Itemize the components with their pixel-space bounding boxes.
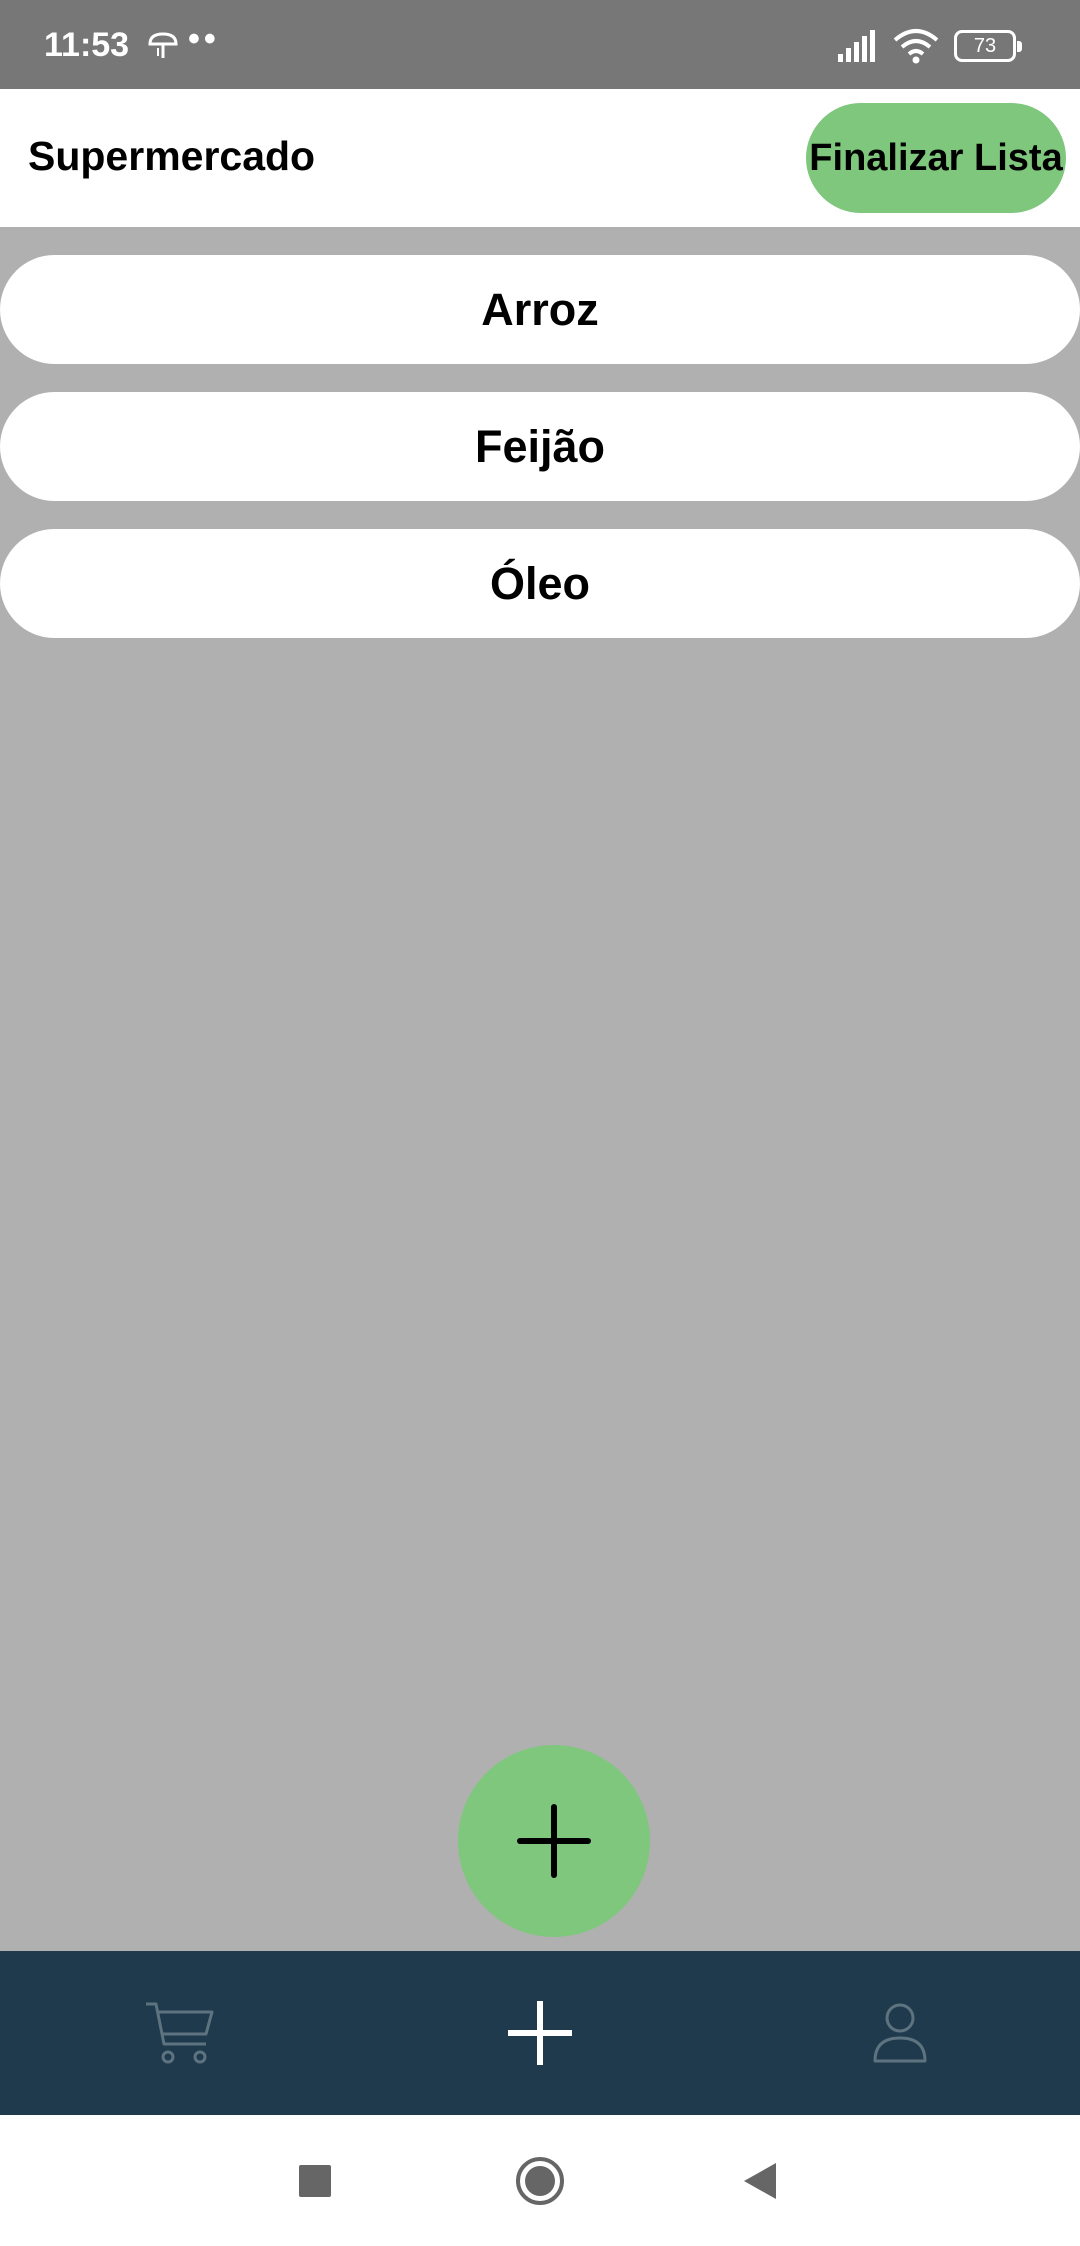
battery-level: 73 xyxy=(973,35,997,57)
back-button[interactable] xyxy=(710,2115,810,2246)
system-nav-bar xyxy=(0,2115,1080,2246)
recents-button[interactable] xyxy=(265,2115,365,2246)
cell-signal-icon xyxy=(838,30,880,67)
nav-cart[interactable] xyxy=(80,1951,280,2115)
list-item[interactable]: Feijão xyxy=(0,392,1080,501)
nav-add[interactable] xyxy=(440,1951,640,2115)
cloud-notification-icon xyxy=(146,28,180,67)
battery-icon: 73 xyxy=(954,30,1022,62)
plus-icon xyxy=(508,2001,572,2065)
page-title: Supermercado xyxy=(28,133,316,179)
add-item-button[interactable] xyxy=(458,1745,650,1937)
list-item[interactable]: Arroz xyxy=(0,255,1080,364)
finish-list-button[interactable]: Finalizar Lista xyxy=(806,103,1066,213)
home-circle-icon xyxy=(516,2156,564,2205)
status-bar: 11:53 •• 73 xyxy=(0,0,1080,89)
status-time: 11:53 xyxy=(44,26,130,64)
bottom-nav xyxy=(0,1951,1080,2115)
recents-square-icon xyxy=(299,2164,331,2197)
cart-icon xyxy=(146,2002,214,2064)
nav-profile[interactable] xyxy=(800,1951,1000,2115)
user-icon xyxy=(873,2003,927,2063)
plus-icon xyxy=(517,1804,591,1878)
wifi-icon xyxy=(893,28,939,69)
shopping-list: Arroz Feijão Óleo xyxy=(0,255,1080,666)
status-dots: •• xyxy=(188,20,220,58)
home-button[interactable] xyxy=(490,2115,590,2246)
list-item[interactable]: Óleo xyxy=(0,529,1080,638)
back-triangle-icon xyxy=(744,2162,776,2199)
app-header: Supermercado Finalizar Lista xyxy=(0,89,1080,227)
